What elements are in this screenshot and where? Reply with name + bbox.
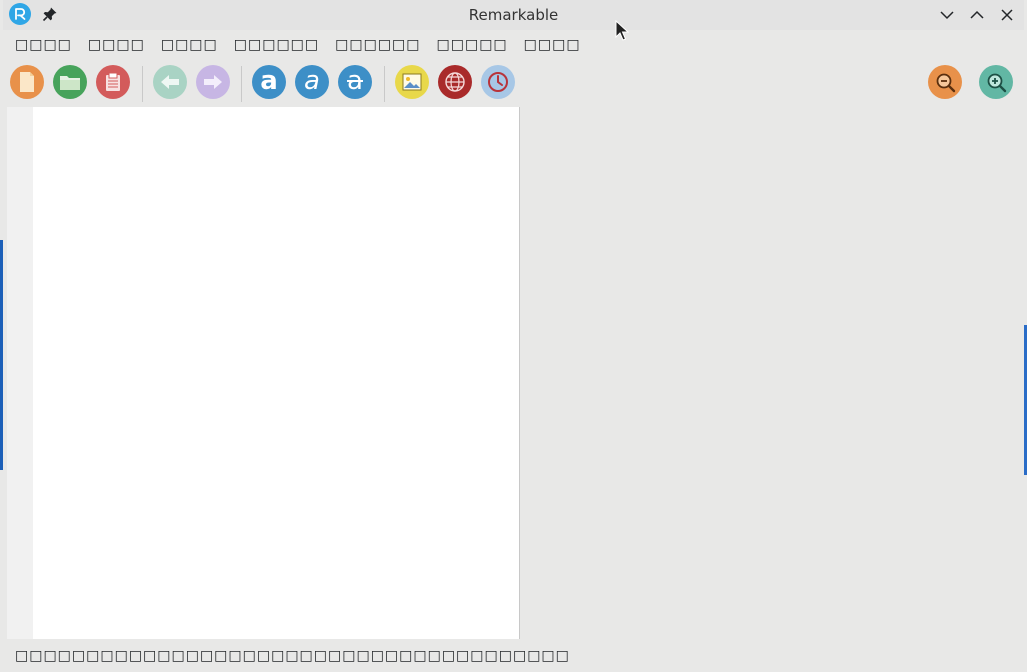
menu-help[interactable]: □□□□	[516, 34, 589, 56]
status-bar-text: □□□□□□□□□□□□□□□□□□□□□□□□□□□□□□□□□□□□□□□	[15, 648, 570, 664]
window-title: Remarkable	[468, 6, 559, 24]
menu-edit[interactable]: □□□□	[80, 34, 153, 56]
zoom-out-button[interactable]	[928, 65, 962, 99]
chevron-down-icon	[940, 11, 954, 20]
close-button[interactable]	[997, 5, 1017, 25]
toolbar-separator	[142, 66, 143, 102]
strikethrough-button[interactable]: a	[338, 65, 372, 99]
chevron-up-icon	[970, 10, 984, 19]
timestamp-clock-icon	[488, 72, 508, 92]
insert-image-button[interactable]	[395, 65, 429, 99]
bold-icon: a	[260, 65, 278, 96]
toolbar: a a a	[3, 62, 1024, 102]
save-button[interactable]	[96, 65, 130, 99]
remarkable-app-icon[interactable]	[9, 3, 31, 25]
undo-arrow-icon	[161, 75, 179, 89]
new-document-icon	[20, 72, 34, 92]
live-preview-pane[interactable]	[521, 107, 1024, 639]
new-document-button[interactable]	[10, 65, 44, 99]
title-bar[interactable]: Remarkable	[3, 0, 1024, 41]
insert-link-button[interactable]	[438, 65, 472, 99]
redo-arrow-icon	[204, 75, 222, 89]
redo-button[interactable]	[196, 65, 230, 99]
menu-insert[interactable]: □□□□□□	[327, 34, 428, 56]
menu-tools[interactable]: □□□□□	[429, 34, 516, 56]
zoom-in-button[interactable]	[979, 65, 1013, 99]
strikethrough-icon: a	[347, 65, 363, 96]
menu-bar: □□□□ □□□□ □□□□ □□□□□□ □□□□□□ □□□□□ □□□□	[3, 33, 1024, 57]
image-icon	[402, 73, 422, 91]
open-folder-icon	[60, 76, 80, 90]
app-window: Remarkable □□□□ □□□□ □□□□ □□□□□□ □□□□□□ …	[3, 0, 1024, 672]
menu-file[interactable]: □□□□	[7, 34, 80, 56]
zoom-out-icon	[936, 73, 956, 93]
minimize-button[interactable]	[937, 5, 957, 25]
zoom-in-icon	[987, 73, 1007, 93]
close-icon	[1001, 9, 1013, 21]
italic-icon: a	[304, 65, 320, 96]
italic-button[interactable]: a	[295, 65, 329, 99]
line-number-gutter	[7, 107, 33, 639]
maximize-button[interactable]	[967, 5, 987, 25]
menu-format[interactable]: □□□□□□	[226, 34, 327, 56]
link-globe-icon	[445, 72, 465, 92]
pin-icon[interactable]	[42, 6, 58, 22]
menu-view[interactable]: □□□□	[153, 34, 226, 56]
insert-timestamp-button[interactable]	[481, 65, 515, 99]
markdown-editor[interactable]	[7, 107, 520, 639]
toolbar-separator	[384, 66, 385, 102]
save-icon	[106, 72, 120, 91]
open-button[interactable]	[53, 65, 87, 99]
toolbar-separator	[241, 66, 242, 102]
undo-button[interactable]	[153, 65, 187, 99]
bold-button[interactable]: a	[252, 65, 286, 99]
